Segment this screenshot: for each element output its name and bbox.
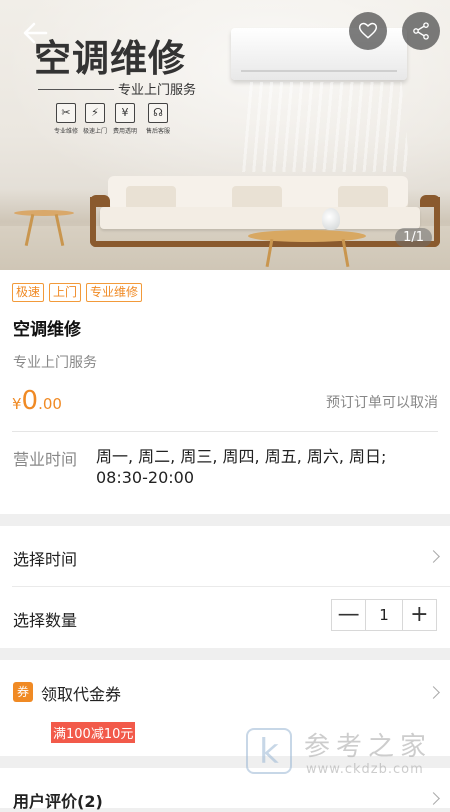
tag-fast: 极速 [12, 283, 45, 302]
hero-banner: 空调维修 专业上门服务 ✂ 专业维修 ⚡ 极速上门 ¥ 费用透明 ☊ 售后客服 [0, 0, 450, 270]
feature-after-sales: ☊ 售后客服 [138, 103, 178, 135]
increase-quantity-button[interactable]: + [403, 600, 436, 630]
price: ¥0.00 [12, 386, 62, 416]
business-hours-value: 周一, 周二, 周三, 周四, 周五, 周六, 周日; 08:30-20:00 [96, 447, 387, 487]
price-currency: ¥ [12, 395, 22, 413]
price-integer: 0 [21, 386, 39, 416]
hero-subtitle: 专业上门服务 [118, 83, 197, 98]
hero-subtitle-line [38, 89, 114, 90]
share-icon [413, 22, 429, 40]
divider [12, 431, 438, 432]
yen-icon: ¥ [115, 103, 135, 123]
service-title: 空调维修 [13, 320, 81, 340]
side-table [14, 210, 74, 216]
heart-icon [358, 22, 378, 39]
chevron-right-icon [427, 686, 440, 699]
tag-onsite: 上门 [49, 283, 82, 302]
coffee-table [248, 230, 366, 242]
share-button[interactable] [402, 12, 440, 50]
headset-icon: ☊ [148, 103, 168, 123]
watermark-text: 参考之家 [304, 732, 433, 762]
coupon-chip[interactable]: 满100减10元 [51, 722, 136, 743]
coupon-label: 领取代金券 [41, 685, 122, 704]
cancel-note: 预订订单可以取消 [326, 395, 438, 411]
select-time-label: 选择时间 [13, 550, 78, 569]
back-arrow-icon[interactable] [20, 18, 54, 52]
feature-label: 售后客服 [145, 128, 170, 135]
tag-list: 极速 上门 专业维修 [12, 283, 143, 302]
vase [322, 208, 340, 230]
service-subtitle: 专业上门服务 [13, 355, 97, 371]
favorite-button[interactable] [349, 12, 387, 50]
watermark-url: www.ckdzb.com [306, 762, 424, 777]
watermark: k 参考之家 www.ckdzb.com [246, 726, 450, 786]
select-quantity-row: 选择数量 — 1 + [0, 587, 450, 648]
hero-title: 空调维修 [34, 37, 186, 80]
watermark-logo-icon: k [246, 728, 292, 774]
price-decimal: .00 [38, 395, 62, 413]
quantity-value[interactable]: 1 [365, 600, 403, 630]
quantity-stepper: — 1 + [331, 599, 437, 631]
select-quantity-label: 选择数量 [13, 611, 78, 630]
coupon-icon: 券 [13, 682, 33, 702]
reviews-label: 用户评价(2) [13, 792, 103, 811]
chevron-right-icon [427, 792, 440, 805]
lightning-icon: ⚡ [85, 103, 105, 123]
service-info-card: 极速 上门 专业维修 空调维修 专业上门服务 ¥0.00 预订订单可以取消 营业… [0, 270, 450, 514]
select-time-row[interactable]: 选择时间 [0, 526, 450, 586]
tools-icon: ✂ [56, 103, 76, 123]
business-hours-label: 营业时间 [13, 450, 78, 469]
options-card: 选择时间 选择数量 — 1 + [0, 526, 450, 648]
tag-professional-repair: 专业维修 [86, 283, 143, 302]
airflow-graphic [240, 82, 410, 172]
chevron-right-icon [427, 550, 440, 563]
image-counter: 1/1 [395, 228, 432, 247]
decrease-quantity-button[interactable]: — [332, 600, 365, 630]
